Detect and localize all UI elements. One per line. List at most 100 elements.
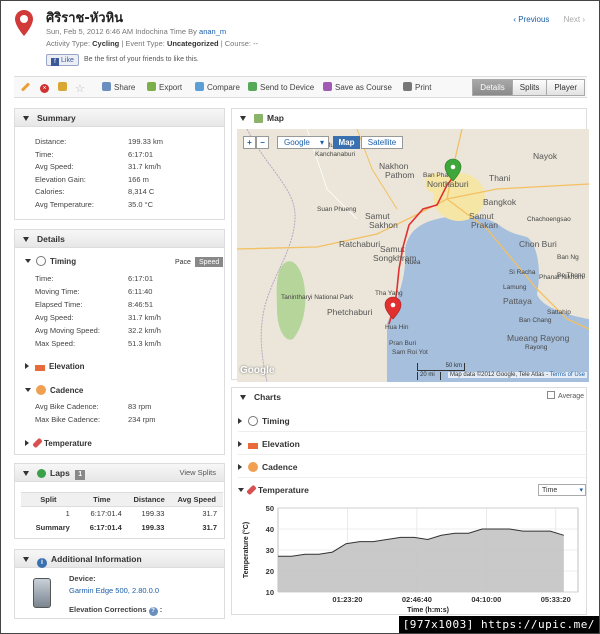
delete-icon: × bbox=[40, 84, 49, 93]
route-map[interactable]: NakhonPathomNonthaburiThaniNayokMueangKa… bbox=[237, 129, 589, 382]
like-text: Be the first of your friends to like thi… bbox=[84, 56, 199, 63]
y-tick-label: 40 bbox=[266, 525, 274, 534]
delete-button[interactable]: × bbox=[40, 82, 52, 93]
map-scale: 50 km bbox=[417, 363, 465, 371]
author-link[interactable]: anan_m bbox=[199, 27, 226, 36]
additional-info-header[interactable]: i Additional Information bbox=[15, 550, 224, 568]
chart-xaxis-select[interactable]: Time ▾ bbox=[538, 484, 586, 496]
tab-player[interactable]: Player bbox=[546, 79, 585, 96]
map-header[interactable]: Map bbox=[232, 109, 586, 127]
laps-column-header[interactable]: Distance bbox=[127, 492, 171, 507]
chart-cadence-row[interactable]: Cadence bbox=[238, 456, 588, 478]
tab-details[interactable]: Details bbox=[472, 79, 513, 96]
activity-meta: Activity Type: Cycling | Event Type: Unc… bbox=[46, 39, 259, 48]
summary-header[interactable]: Summary bbox=[15, 109, 224, 127]
collapse-icon bbox=[240, 116, 246, 121]
timing-stat-label: Avg Speed: bbox=[35, 313, 74, 322]
cadence-icon bbox=[36, 385, 46, 395]
map-type-satellite-button[interactable]: Satellite bbox=[361, 136, 403, 149]
event-type-value[interactable]: Uncategorized bbox=[167, 39, 219, 48]
tab-splits[interactable]: Splits bbox=[511, 79, 548, 96]
map-place-label: Lamung bbox=[503, 284, 527, 291]
map-place-label: Sakhon bbox=[369, 220, 398, 230]
next-link[interactable]: Next › bbox=[564, 15, 585, 24]
charts-header[interactable]: Charts Average bbox=[232, 388, 586, 406]
map-provider-select[interactable]: Google ▾ bbox=[277, 136, 329, 149]
average-toggle[interactable]: Average bbox=[547, 388, 584, 406]
table-cell: 31.7 bbox=[202, 509, 217, 519]
activity-date: Sun, Feb 5, 2012 6:46 AM Indochina Time … bbox=[46, 27, 227, 36]
map-place-label: Prakan bbox=[471, 220, 498, 230]
export-button[interactable]: Export bbox=[147, 82, 182, 92]
expand-icon bbox=[25, 363, 29, 369]
pace-toggle[interactable]: Pace bbox=[171, 257, 195, 267]
activity-type-value[interactable]: Cycling bbox=[92, 39, 119, 48]
facebook-like-button[interactable]: f Like bbox=[46, 54, 79, 66]
y-tick-label: 50 bbox=[266, 504, 274, 513]
clock-icon bbox=[248, 416, 258, 426]
laps-icon bbox=[37, 469, 46, 478]
map-place-label: Rayong bbox=[525, 344, 548, 351]
collapse-icon bbox=[238, 488, 244, 492]
summary-stat-value: 6:17:01 bbox=[128, 149, 154, 159]
map-place-label: Kanchanaburi bbox=[315, 151, 355, 158]
chart-timing-row[interactable]: Timing bbox=[238, 410, 588, 432]
charts-panel: Charts Average Timing Elevation Cadence … bbox=[231, 387, 588, 615]
save-as-course-button[interactable]: Save as Course bbox=[323, 82, 392, 92]
view-splits-link[interactable]: View Splits bbox=[179, 464, 216, 482]
timing-section[interactable]: Timing bbox=[25, 256, 76, 266]
laps-count-badge: 1 bbox=[75, 470, 86, 480]
elevation-corrections-label: Elevation Corrections ? : bbox=[69, 605, 163, 616]
details-header[interactable]: Details bbox=[15, 230, 224, 248]
elevation-section[interactable]: Elevation bbox=[25, 362, 85, 371]
laps-column-header[interactable]: Time bbox=[75, 492, 128, 507]
star-icon: ☆ bbox=[75, 83, 85, 95]
facebook-icon: f bbox=[51, 58, 59, 66]
map-pin-icon bbox=[15, 10, 33, 36]
cadence-stat-value: 234 rpm bbox=[128, 415, 156, 424]
speed-toggle[interactable]: Speed bbox=[195, 257, 224, 267]
y-tick-label: 20 bbox=[266, 567, 274, 576]
y-axis-label: Temperature (°C) bbox=[242, 522, 250, 578]
temperature-section[interactable]: Temperature bbox=[25, 437, 92, 449]
chart-temperature-row[interactable]: Temperature bbox=[238, 479, 588, 501]
map-place-label: Mueang Rayong bbox=[507, 333, 570, 343]
compare-button[interactable]: Compare bbox=[195, 82, 240, 92]
terms-link[interactable]: Terms of Use bbox=[550, 372, 585, 378]
favorite-button[interactable]: ☆ bbox=[75, 82, 85, 95]
zoom-out-button[interactable]: − bbox=[256, 136, 269, 149]
cadence-section[interactable]: Cadence bbox=[25, 385, 83, 395]
map-place-label: Tha Yang bbox=[375, 290, 403, 297]
summary-panel: Summary Distance: 199.33 km Time: 6:17:01 Av… bbox=[14, 108, 225, 220]
summary-stat-value: 31.7 km/h bbox=[128, 162, 161, 172]
previous-link[interactable]: ‹ Previous bbox=[513, 15, 549, 24]
map-type-map-button[interactable]: Map bbox=[333, 136, 360, 149]
elevation-icon bbox=[35, 365, 45, 371]
x-tick-label: 04:10:00 bbox=[471, 595, 501, 604]
map-canvas[interactable]: NakhonPathomNonthaburiThaniNayokMueangKa… bbox=[237, 129, 589, 382]
activity-title[interactable]: ศิริราช-หัวหิน bbox=[46, 7, 123, 28]
laps-header[interactable]: Laps 1 View Splits bbox=[15, 464, 224, 482]
share-button[interactable]: Share bbox=[102, 82, 135, 92]
table-row[interactable]: 1 6:17:01.4 199.33 31.7 bbox=[21, 507, 223, 521]
device-link[interactable]: Garmin Edge 500, 2.80.0.0 bbox=[69, 586, 159, 595]
map-place-label: Ban Ng bbox=[557, 254, 579, 261]
edit-button[interactable] bbox=[20, 82, 31, 93]
laps-column-header[interactable]: Split bbox=[21, 492, 76, 507]
privacy-button[interactable] bbox=[58, 82, 70, 92]
zoom-in-button[interactable]: + bbox=[243, 136, 256, 149]
course-icon bbox=[323, 82, 332, 91]
cadence-stat-label: Max Bike Cadence: bbox=[35, 415, 101, 424]
export-icon bbox=[147, 82, 156, 91]
collapse-icon bbox=[25, 388, 31, 392]
laps-summary-row[interactable]: Summary 6:17:01.4 199.33 31.7 bbox=[21, 521, 223, 535]
print-button[interactable]: Print bbox=[403, 82, 431, 92]
laps-column-header[interactable]: Avg Speed bbox=[170, 492, 223, 507]
y-tick-label: 10 bbox=[266, 588, 274, 597]
course-value[interactable]: -- bbox=[253, 39, 258, 48]
chart-elevation-row[interactable]: Elevation bbox=[238, 433, 588, 455]
send-to-device-button[interactable]: Send to Device bbox=[248, 82, 314, 92]
send-icon bbox=[248, 82, 257, 91]
help-icon[interactable]: ? bbox=[148, 607, 158, 616]
additional-info-panel: i Additional Information Device: Garmin E… bbox=[14, 549, 225, 619]
